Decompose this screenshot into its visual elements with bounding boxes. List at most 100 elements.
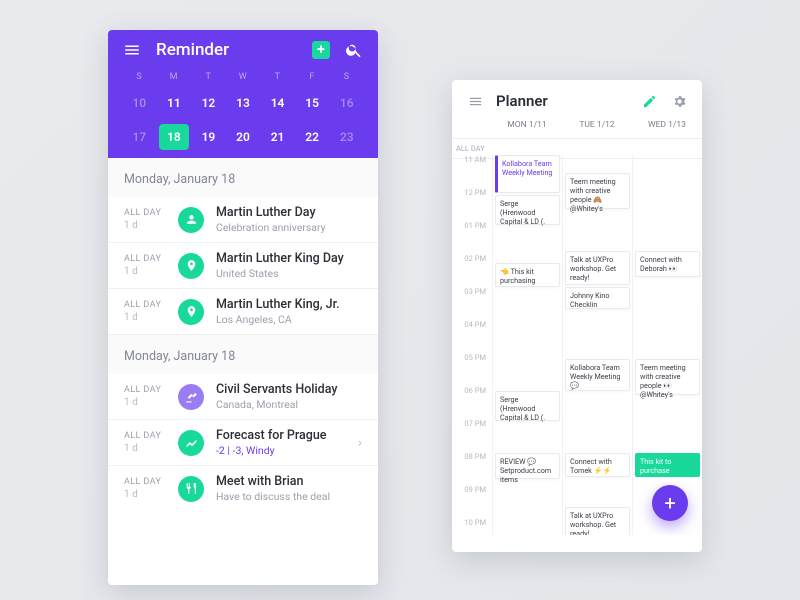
event-time: ALL DAY1 d <box>124 477 166 500</box>
planner-grid[interactable]: Kollabora Team Weekly MeetingSerge (Hren… <box>492 155 702 535</box>
weekday-row: SMTWTFS <box>122 72 364 82</box>
date-cell[interactable]: 17 <box>122 124 157 150</box>
section-heading: Monday, January 18 <box>108 158 378 197</box>
event-subtitle: Canada, Montreal <box>216 398 362 411</box>
pin-icon <box>178 253 204 279</box>
date-cell[interactable]: 18 <box>157 124 192 150</box>
event-subtitle: United States <box>216 267 362 280</box>
calendar-event[interactable]: Teem meeting with creative people 🙈 @Whi… <box>565 173 630 209</box>
planner-day-header: MON 1/11TUE 1/12WED 1/13 <box>452 116 702 139</box>
planner-day-label[interactable]: TUE 1/12 <box>562 116 632 138</box>
calendar-event[interactable]: Serge (Hrenwood Capital & LD (. <box>495 195 560 225</box>
calendar-event[interactable]: 👈 This kit purchasing <box>495 263 560 287</box>
planner-column[interactable]: Teem meeting with creative people 🙈 @Whi… <box>562 155 632 535</box>
calendar-event[interactable]: Teem meeting with creative people 👀 @Whi… <box>635 359 700 395</box>
gavel-icon <box>178 384 204 410</box>
date-cell[interactable]: 16 <box>329 90 364 116</box>
calendar-event[interactable]: Connect with Tomek ⚡⚡ <box>565 453 630 477</box>
reminder-title: Reminder <box>156 40 298 60</box>
event-body: Forecast for Prague-2 | -3, Windy <box>216 428 346 457</box>
calendar-event[interactable]: Kollabora Team Weekly Meeting 💬 <box>565 359 630 391</box>
planner-column[interactable]: Kollabora Team Weekly MeetingSerge (Hren… <box>492 155 562 535</box>
hour-label: 05 PM <box>452 353 492 386</box>
search-icon[interactable] <box>344 40 364 60</box>
event-row[interactable]: ALL DAY1 d Civil Servants HolidayCanada, … <box>108 374 378 420</box>
event-row[interactable]: ALL DAY1 dMartin Luther DayCelebration a… <box>108 197 378 243</box>
calendar-event[interactable]: Johnny Kino Checklin <box>565 287 630 309</box>
event-row[interactable]: ALL DAY1 d Forecast for Prague-2 | -3, Wi… <box>108 420 378 466</box>
calendar-event[interactable]: This kit to purchase <box>635 453 700 477</box>
event-title: Civil Servants Holiday <box>216 382 362 397</box>
date-grid: 10111213141516 17181920212223 <box>122 90 364 150</box>
event-body: Martin Luther King, Jr.Los Angeles, CA <box>216 297 362 326</box>
hamburger-icon[interactable] <box>466 92 484 110</box>
date-cell[interactable]: 21 <box>260 124 295 150</box>
calendar-event[interactable]: Talk at UXPro workshop. Get ready! <box>565 507 630 535</box>
hour-label: 09 PM <box>452 485 492 518</box>
event-title: Meet with Brian <box>216 474 362 489</box>
event-row[interactable]: ALL DAY1 d Martin Luther King DayUnited S… <box>108 243 378 289</box>
event-title: Martin Luther Day <box>216 205 362 220</box>
event-row[interactable]: ALL DAY1 d Martin Luther King, Jr.Los Ang… <box>108 289 378 335</box>
event-subtitle: -2 | -3, Windy <box>216 444 346 457</box>
date-cell[interactable]: 22 <box>295 124 330 150</box>
gear-icon[interactable] <box>670 92 688 110</box>
event-body: Meet with BrianHave to discuss the deal <box>216 474 362 503</box>
date-cell[interactable]: 15 <box>295 90 330 116</box>
event-time: ALL DAY1 d <box>124 385 166 408</box>
calendar-event[interactable]: Kollabora Team Weekly Meeting <box>495 155 560 193</box>
weekday-label: F <box>295 72 330 82</box>
reminder-app: Reminder + SMTWTFS 101112131415161718192… <box>108 30 378 585</box>
date-cell[interactable]: 23 <box>329 124 364 150</box>
person-icon <box>178 207 204 233</box>
event-title: Martin Luther King Day <box>216 251 362 266</box>
event-time: ALL DAY1 d <box>124 431 166 454</box>
weekday-label: W <box>226 72 261 82</box>
event-time: ALL DAY1 d <box>124 208 166 231</box>
event-body: Martin Luther King DayUnited States <box>216 251 362 280</box>
weekday-label: M <box>157 72 192 82</box>
event-body: Civil Servants HolidayCanada, Montreal <box>216 382 362 411</box>
fab-add-button[interactable]: + <box>652 485 688 521</box>
hour-label: 06 PM <box>452 386 492 419</box>
event-title: Forecast for Prague <box>216 428 346 443</box>
calendar-event[interactable]: Talk at UXPro workshop. Get ready! <box>565 251 630 285</box>
hour-label: 12 PM <box>452 188 492 221</box>
date-cell[interactable]: 20 <box>226 124 261 150</box>
planner-header: Planner <box>452 80 702 116</box>
event-time: ALL DAY1 d <box>124 254 166 277</box>
event-subtitle: Los Angeles, CA <box>216 313 362 326</box>
hour-label: 07 PM <box>452 419 492 452</box>
weekday-label: T <box>191 72 226 82</box>
event-row[interactable]: ALL DAY1 d Meet with BrianHave to discuss… <box>108 466 378 511</box>
date-cell[interactable]: 19 <box>191 124 226 150</box>
hour-label: 04 PM <box>452 320 492 353</box>
date-cell[interactable]: 10 <box>122 90 157 116</box>
add-button[interactable]: + <box>312 41 330 59</box>
hour-label: 11 AM <box>452 155 492 188</box>
planner-hour-gutter: 11 AM12 PM01 PM02 PM03 PM04 PM05 PM06 PM… <box>452 155 492 535</box>
hour-label: 10 PM <box>452 518 492 535</box>
date-cell[interactable]: 13 <box>226 90 261 116</box>
planner-app: Planner MON 1/11TUE 1/12WED 1/13 ALL DAY… <box>452 80 702 552</box>
date-cell[interactable]: 14 <box>260 90 295 116</box>
weekday-label: S <box>122 72 157 82</box>
hamburger-icon[interactable] <box>122 40 142 60</box>
fork-icon <box>178 476 204 502</box>
calendar-event[interactable]: REVIEW 💬 Setproduct.com items <box>495 453 560 479</box>
date-cell[interactable]: 11 <box>157 90 192 116</box>
planner-day-label[interactable]: WED 1/13 <box>632 116 702 138</box>
event-time: ALL DAY1 d <box>124 300 166 323</box>
date-cell[interactable]: 12 <box>191 90 226 116</box>
calendar-event[interactable]: Serge (Hrenwood Capital & LD (. <box>495 391 560 421</box>
planner-title: Planner <box>496 92 628 110</box>
planner-day-label[interactable]: MON 1/11 <box>492 116 562 138</box>
planner-column[interactable]: Connect with Deborah 👀 Teem meeting with … <box>632 155 702 535</box>
edit-icon[interactable] <box>640 92 658 110</box>
weekday-label: T <box>260 72 295 82</box>
calendar-event[interactable]: Connect with Deborah 👀 <box>635 251 700 277</box>
event-subtitle: Have to discuss the deal <box>216 490 362 503</box>
hour-label: 08 PM <box>452 452 492 485</box>
hour-label: 01 PM <box>452 221 492 254</box>
planner-body: ALL DAY 11 AM12 PM01 PM02 PM03 PM04 PM05… <box>452 139 702 535</box>
